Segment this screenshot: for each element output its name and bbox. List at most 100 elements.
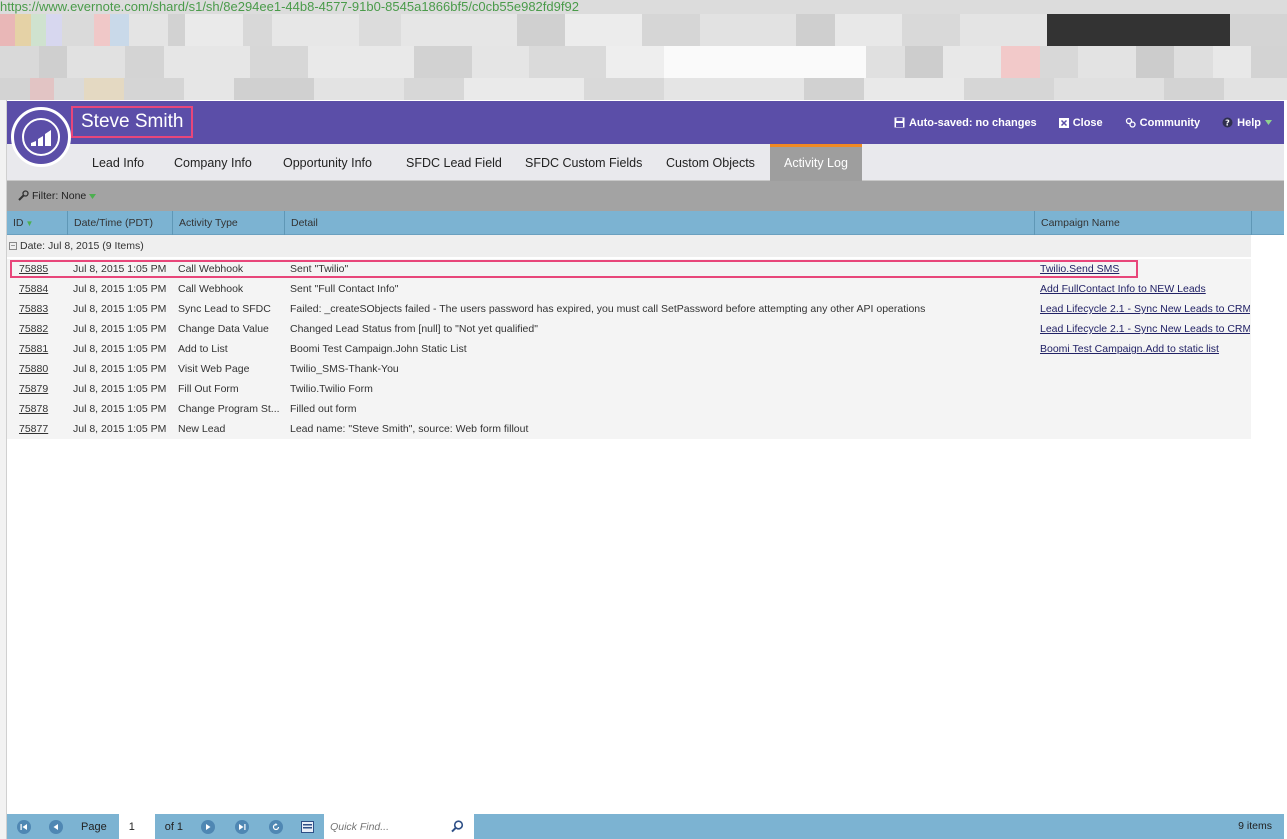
next-page-button[interactable] — [201, 819, 216, 834]
search-icon[interactable] — [451, 820, 464, 833]
community-link[interactable]: Community — [1125, 116, 1201, 129]
campaign-link[interactable]: Twilio.Send SMS — [1040, 263, 1119, 275]
svg-text:?: ? — [1225, 119, 1230, 128]
sort-arrow-icon: ▼ — [25, 219, 34, 228]
close-label: Close — [1072, 116, 1103, 129]
campaign-link[interactable]: Boomi Test Campaign.Add to static list — [1040, 343, 1219, 355]
activity-date: Jul 8, 2015 1:05 PM — [73, 323, 167, 335]
items-count: 9 items — [1238, 820, 1272, 832]
activity-detail: Filled out form — [290, 403, 357, 415]
column-header-id[interactable]: ID ▼ — [7, 211, 68, 235]
tab-activity-log[interactable]: Activity Log — [770, 144, 862, 181]
refresh-button[interactable] — [269, 819, 284, 834]
activity-date: Jul 8, 2015 1:05 PM — [73, 423, 167, 435]
activity-id-link[interactable]: 75878 — [19, 403, 48, 415]
quick-find-input[interactable] — [324, 815, 445, 838]
activity-id-link[interactable]: 75883 — [19, 303, 48, 315]
tab-lead-info[interactable]: Lead Info — [92, 144, 144, 181]
column-header-activity-type[interactable]: Activity Type — [173, 211, 285, 235]
table-row[interactable]: 75884 Jul 8, 2015 1:05 PM Call Webhook S… — [7, 279, 1251, 299]
activity-type: Fill Out Form — [178, 383, 239, 395]
activity-detail: Failed: _createSObjects failed - The use… — [290, 303, 926, 315]
activity-date: Jul 8, 2015 1:05 PM — [73, 383, 167, 395]
activity-detail: Twilio_SMS-Thank-You — [290, 363, 399, 375]
activity-date: Jul 8, 2015 1:05 PM — [73, 403, 167, 415]
table-row[interactable]: 75877 Jul 8, 2015 1:05 PM New Lead Lead … — [7, 419, 1251, 439]
table-row[interactable]: 75885 Jul 8, 2015 1:05 PM Call Webhook S… — [7, 259, 1251, 279]
browser-chrome: https://www.evernote.com/shard/s1/sh/8e2… — [0, 0, 1287, 100]
activity-detail: Sent "Twilio" — [290, 263, 349, 275]
background-page-edge — [0, 100, 7, 839]
close-button[interactable]: Close — [1058, 116, 1103, 129]
table-row[interactable]: 75882 Jul 8, 2015 1:05 PM Change Data Va… — [7, 319, 1251, 339]
chevron-down-icon — [89, 193, 97, 199]
page-total-label: of 1 — [164, 820, 184, 833]
page-number-input[interactable] — [118, 814, 155, 839]
activity-id-link[interactable]: 75880 — [19, 363, 48, 375]
column-header-campaign-name[interactable]: Campaign Name — [1035, 211, 1252, 235]
activity-type: Add to List — [178, 343, 228, 355]
last-page-icon — [239, 823, 246, 830]
tab-sfdc-lead-field[interactable]: SFDC Lead Field — [406, 144, 502, 181]
activity-date: Jul 8, 2015 1:05 PM — [73, 363, 167, 375]
activity-detail: Lead name: "Steve Smith", source: Web fo… — [290, 423, 529, 435]
table-row[interactable]: 75881 Jul 8, 2015 1:05 PM Add to List Bo… — [7, 339, 1251, 359]
help-menu[interactable]: ? Help — [1222, 117, 1272, 129]
next-page-icon — [206, 823, 211, 830]
export-button[interactable] — [301, 820, 315, 833]
close-icon — [1058, 117, 1069, 128]
tab-company-info[interactable]: Company Info — [174, 144, 252, 181]
campaign-link[interactable]: Lead Lifecycle 2.1 - Sync New Leads to C… — [1040, 303, 1250, 315]
table-row[interactable]: 75880 Jul 8, 2015 1:05 PM Visit Web Page… — [7, 359, 1251, 379]
tab-opportunity-info[interactable]: Opportunity Info — [283, 144, 372, 181]
url-text: https://www.evernote.com/shard/s1/sh/8e2… — [0, 0, 579, 14]
autosave-status: Auto-saved: no changes — [894, 117, 1037, 129]
lead-name-title: Steve Smith — [71, 106, 194, 138]
community-icon — [1125, 117, 1136, 128]
activity-detail: Sent "Full Contact Info" — [290, 283, 399, 295]
page-label: Page — [81, 820, 107, 833]
filter-dropdown[interactable]: Filter: None — [17, 181, 97, 211]
export-icon — [301, 820, 315, 833]
tab-sfdc-custom-fields[interactable]: SFDC Custom Fields — [525, 144, 642, 181]
activity-type: Change Data Value — [178, 323, 269, 335]
activity-id-link[interactable]: 75881 — [19, 343, 48, 355]
collapse-icon[interactable]: − — [9, 242, 17, 251]
activity-id-link[interactable]: 75884 — [19, 283, 48, 295]
autosave-label: Auto-saved: no changes — [908, 116, 1037, 129]
campaign-link[interactable]: Lead Lifecycle 2.1 - Sync New Leads to C… — [1040, 323, 1250, 335]
activity-id-link[interactable]: 75877 — [19, 423, 48, 435]
header-actions: Auto-saved: no changes Close Community ?… — [894, 101, 1272, 144]
marketo-logo — [11, 107, 71, 167]
community-label: Community — [1139, 116, 1201, 129]
table-row[interactable]: 75879 Jul 8, 2015 1:05 PM Fill Out Form … — [7, 379, 1251, 399]
first-page-icon — [20, 823, 27, 830]
url-bar[interactable]: https://www.evernote.com/shard/s1/sh/8e2… — [0, 0, 700, 14]
activity-type: Sync Lead to SFDC — [178, 303, 271, 315]
blurred-tabs — [0, 78, 1287, 100]
activity-id-link[interactable]: 75879 — [19, 383, 48, 395]
activity-id-link[interactable]: 75885 — [19, 263, 48, 275]
column-header-date[interactable]: Date/Time (PDT) — [68, 211, 173, 235]
activity-detail: Changed Lead Status from [null] to "Not … — [290, 323, 538, 335]
tab-custom-objects[interactable]: Custom Objects — [666, 144, 755, 181]
previous-page-icon — [53, 823, 58, 830]
refresh-icon — [272, 822, 280, 830]
blurred-toolbar — [0, 14, 1287, 46]
first-page-button[interactable] — [17, 819, 31, 834]
column-header-detail[interactable]: Detail — [285, 211, 1035, 235]
previous-page-button[interactable] — [49, 819, 63, 834]
activity-id-link[interactable]: 75882 — [19, 323, 48, 335]
date-group-row[interactable]: − Date: Jul 8, 2015 (9 Items) — [7, 235, 1251, 257]
campaign-link[interactable]: Add FullContact Info to NEW Leads — [1040, 283, 1206, 295]
last-page-button[interactable] — [235, 819, 250, 834]
grid-header: ID ▼ Date/Time (PDT) Activity Type Detail… — [7, 211, 1284, 235]
activity-type: Call Webhook — [178, 283, 244, 295]
activity-date: Jul 8, 2015 1:05 PM — [73, 303, 167, 315]
table-row[interactable]: 75878 Jul 8, 2015 1:05 PM Change Program… — [7, 399, 1251, 419]
table-row[interactable]: 75883 Jul 8, 2015 1:05 PM Sync Lead to S… — [7, 299, 1251, 319]
activity-type: Change Program St... — [178, 403, 280, 415]
quick-find — [324, 814, 475, 839]
activity-detail: Twilio.Twilio Form — [290, 383, 373, 395]
filter-label: Filter: None — [32, 190, 87, 202]
